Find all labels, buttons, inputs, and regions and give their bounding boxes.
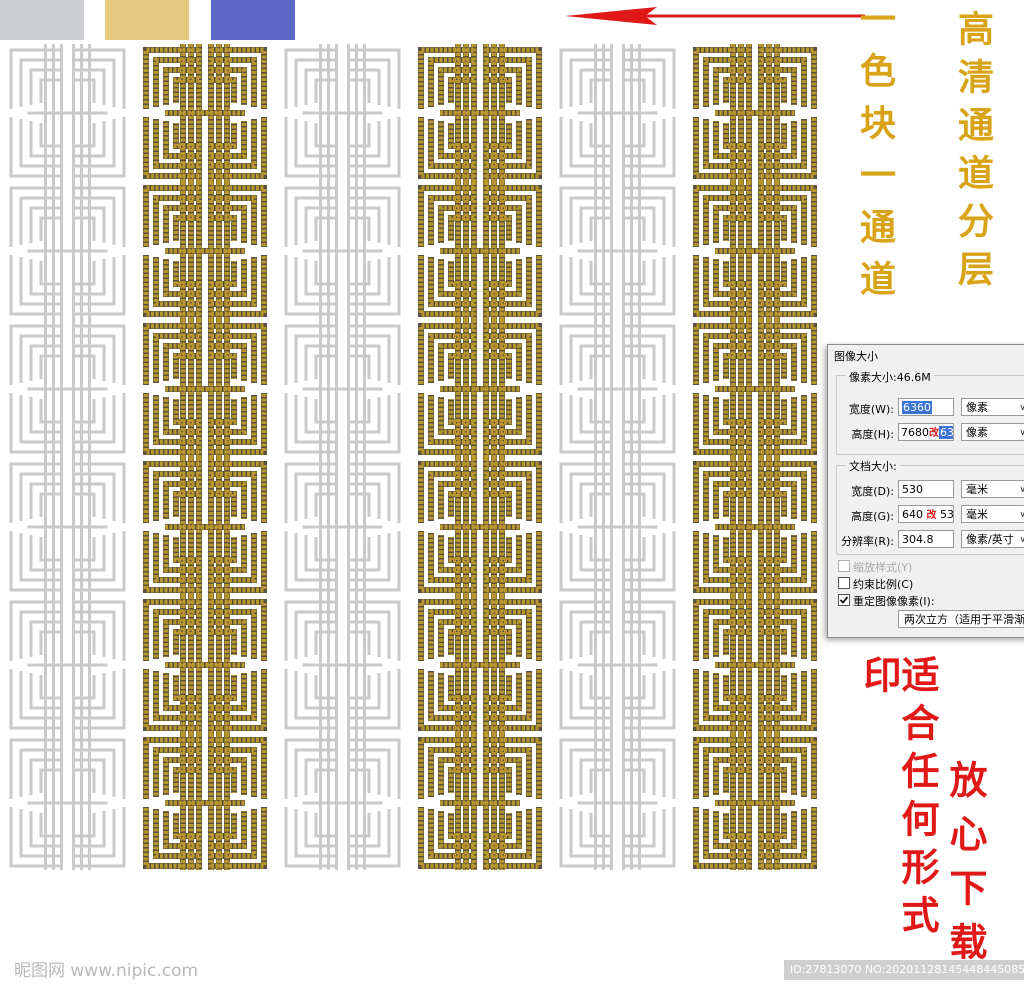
- height-pixels-value: 6360: [939, 426, 953, 439]
- pattern-column-gold-3: [690, 44, 820, 870]
- doc-height-old-value: 640: [902, 508, 923, 521]
- chevron-down-icon: ∨: [1019, 428, 1024, 438]
- resample-image-checkbox[interactable]: [838, 594, 850, 606]
- doc-height-value: 530: [940, 508, 954, 521]
- height-unit-value: 像素: [966, 426, 988, 439]
- image-size-dialog: 图像大小 像素大小:46.6M 宽度(W): 6360 像素 ∨ 高度(H): 7…: [827, 344, 1024, 638]
- resolution-unit-select[interactable]: 像素/英寸 ∨: [961, 530, 1024, 548]
- doc-height-edit-annotation: 改: [926, 510, 937, 521]
- resolution-value: 304.8: [902, 533, 934, 546]
- scale-styles-label: 缩放样式(Y): [853, 561, 913, 574]
- doc-width-unit-select[interactable]: 毫米 ∨: [961, 480, 1024, 498]
- fret-pattern-shadow: [693, 44, 817, 870]
- chevron-down-icon: ∨: [1019, 510, 1024, 520]
- resolution-label: 分辨率(R):: [841, 535, 894, 548]
- doc-height-unit-select[interactable]: 毫米 ∨: [961, 505, 1024, 523]
- side-text-suitable-any-print: 适合任何形式印: [857, 655, 940, 943]
- gold-fret-pattern: [418, 44, 542, 870]
- width-unit-value: 像素: [966, 401, 988, 414]
- fret-pattern-shadow: [418, 44, 542, 870]
- watermark-site-logo: 昵图网 www.nipic.com: [14, 961, 199, 981]
- resample-method-select[interactable]: 两次立方（适用于平滑渐变: [898, 610, 1024, 628]
- fret-pattern-shadow: [143, 44, 267, 870]
- width-pixels-value: 6360: [902, 401, 932, 414]
- document-size-label: 文档大小:: [846, 458, 900, 474]
- resample-image-label: 重定图像像素(I):: [853, 595, 935, 608]
- pattern-column-gray-2: [280, 44, 405, 870]
- color-swatch-blue: [211, 0, 295, 40]
- gray-fret-pattern: [284, 44, 401, 870]
- watermark-image-id: ID:27813070 NO:20201128145448445085: [784, 960, 1024, 980]
- width-unit-select[interactable]: 像素 ∨: [961, 398, 1024, 416]
- resolution-input[interactable]: 304.8: [898, 530, 954, 548]
- side-text-one-color-one-channel: 一色块一通道: [854, 0, 896, 312]
- scale-styles-checkbox[interactable]: [838, 560, 850, 572]
- doc-width-input[interactable]: 530: [898, 480, 954, 498]
- fret-pattern-lines: [9, 44, 126, 870]
- height-label: 高度(H):: [851, 428, 894, 441]
- gray-fret-pattern: [559, 44, 676, 870]
- height-unit-select[interactable]: 像素 ∨: [961, 423, 1024, 441]
- doc-width-unit-value: 毫米: [966, 483, 988, 496]
- doc-width-label: 宽度(D):: [851, 485, 894, 498]
- height-old-value: 7680: [901, 426, 929, 439]
- doc-height-input[interactable]: 640 改 530: [898, 505, 954, 523]
- checkmark-icon: [839, 596, 849, 604]
- red-arrow-icon: [565, 7, 865, 25]
- chevron-down-icon: ∨: [1019, 485, 1024, 495]
- side-text-safe-download: 放心下载: [943, 760, 988, 976]
- width-label: 宽度(W):: [848, 403, 894, 416]
- fret-pattern-lines: [559, 44, 676, 870]
- pixel-dimensions-label: 像素大小:46.6M: [846, 369, 934, 385]
- doc-width-value: 530: [902, 483, 923, 496]
- gray-fret-pattern: [9, 44, 126, 870]
- constrain-proportions-checkbox[interactable]: [838, 577, 850, 589]
- resolution-unit-value: 像素/英寸: [966, 533, 1014, 546]
- side-text-hd-channel-layers: 高清通道分层: [952, 10, 994, 298]
- color-swatch-gray: [0, 0, 84, 40]
- pattern-column-gold-2: [415, 44, 545, 870]
- chevron-down-icon: ∨: [1019, 403, 1024, 413]
- height-edit-annotation: 改: [929, 428, 939, 439]
- height-pixels-input[interactable]: 7680改6360: [898, 423, 954, 441]
- color-swatch-gold: [105, 0, 189, 40]
- pattern-column-gold-1: [140, 44, 270, 870]
- doc-height-unit-value: 毫米: [966, 508, 988, 521]
- width-pixels-input[interactable]: 6360: [898, 398, 954, 416]
- doc-height-label: 高度(G):: [851, 510, 894, 523]
- pattern-column-gray-1: [5, 44, 130, 870]
- chevron-down-icon: ∨: [1019, 535, 1024, 545]
- gold-fret-pattern: [693, 44, 817, 870]
- pattern-column-gray-3: [555, 44, 680, 870]
- fret-pattern-lines: [284, 44, 401, 870]
- constrain-proportions-label: 约束比例(C): [853, 578, 914, 591]
- gold-fret-pattern: [143, 44, 267, 870]
- dialog-title: 图像大小: [834, 350, 878, 363]
